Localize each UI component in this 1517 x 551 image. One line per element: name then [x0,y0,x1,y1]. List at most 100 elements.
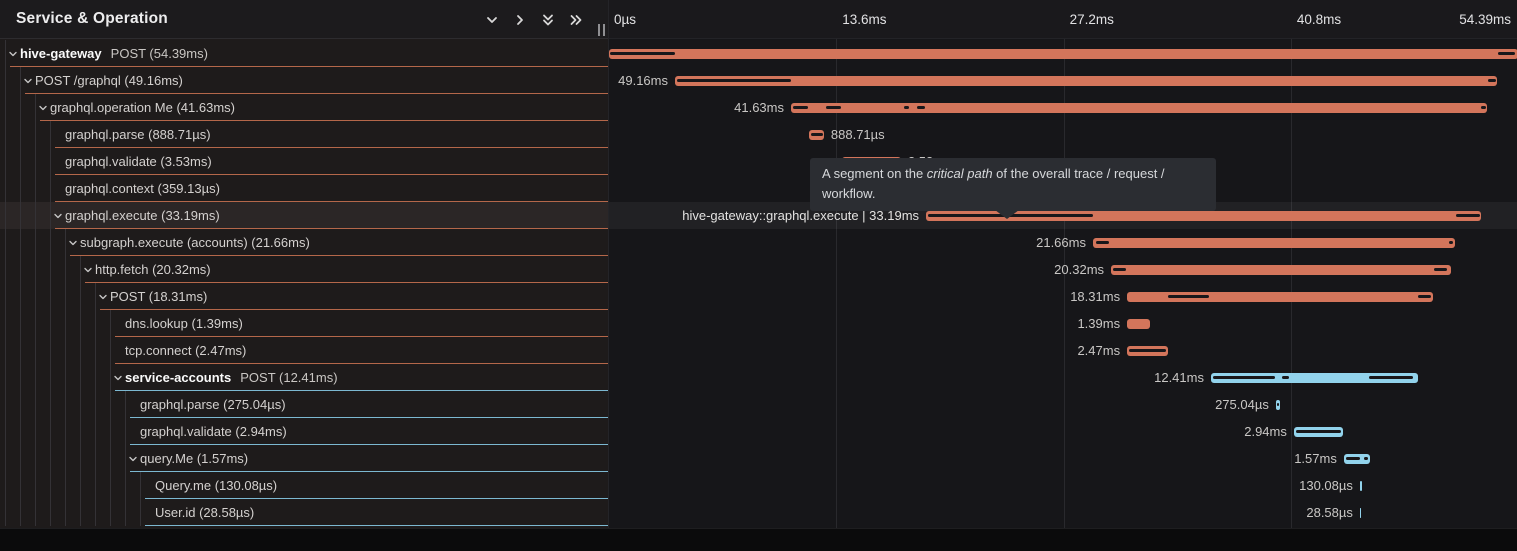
span-duration-bar[interactable] [1093,238,1455,248]
chevron-right-icon[interactable] [512,12,528,28]
indent-guide [5,337,6,364]
indent-guide [95,337,96,364]
span-tree-row[interactable]: tcp.connect (2.47ms) [0,337,608,364]
span-duration-bar[interactable] [809,130,824,140]
row-divider [145,525,608,526]
span-duration-bar[interactable] [1294,427,1343,437]
span-tree-header: Service & Operation [0,0,608,39]
collapse-chevron-icon[interactable] [128,454,138,464]
indent-guide [110,418,111,445]
indent-guide [5,67,6,94]
collapse-chevron-icon[interactable] [98,292,108,302]
chevron-down-icon[interactable] [484,12,500,28]
indent-guide [80,418,81,445]
span-tree-row[interactable]: service-accountsPOST (12.41ms) [0,364,608,391]
span-tree-row[interactable]: subgraph.execute (accounts) (21.66ms) [0,229,608,256]
span-duration-bar[interactable] [1360,508,1362,518]
critical-path-segment [1449,241,1453,244]
span-tree-row[interactable]: query.Me (1.57ms) [0,445,608,472]
axis-tick-label: 13.6ms [842,0,886,39]
indent-guide [5,445,6,472]
span-tree-row[interactable]: Query.me (130.08µs) [0,472,608,499]
indent-guide [5,418,6,445]
indent-guide [65,418,66,445]
indent-guide [65,337,66,364]
collapse-chevron-icon[interactable] [38,103,48,113]
collapse-chevron-icon[interactable] [113,373,123,383]
axis-tick-label: 0µs [614,0,636,39]
indent-guide [50,472,51,499]
span-tree-row[interactable]: User.id (28.58µs) [0,499,608,526]
indent-guide [5,256,6,283]
tooltip-text: A segment on the critical path of the ov… [822,166,1165,201]
bar-duration-label: 28.58µs [1306,499,1353,526]
span-tree-row[interactable]: POST /graphql (49.16ms) [0,67,608,94]
collapse-chevron-icon[interactable] [23,76,33,86]
span-duration-bar[interactable] [1211,373,1418,383]
collapse-chevron-icon[interactable] [83,265,93,275]
indent-guide [50,418,51,445]
indent-guide [35,472,36,499]
span-label: User.id (28.58µs) [155,499,254,526]
indent-guide [35,418,36,445]
indent-guide [5,229,6,256]
indent-guide [5,148,6,175]
indent-guide [50,148,51,175]
span-duration-bar[interactable] [1276,400,1281,410]
span-tree-row[interactable]: hive-gatewayPOST (54.39ms) [0,40,608,67]
indent-guide [20,472,21,499]
span-duration-bar[interactable] [1127,319,1150,329]
critical-path-segment [1277,403,1279,406]
indent-guide [5,391,6,418]
span-tree-row[interactable]: graphql.validate (3.53ms) [0,148,608,175]
critical-path-segment [826,106,841,109]
collapse-chevron-icon[interactable] [68,238,78,248]
indent-guide [50,310,51,337]
indent-guide [35,283,36,310]
span-tree-row[interactable]: graphql.operation Me (41.63ms) [0,94,608,121]
critical-path-segment [677,79,791,82]
span-tree-row[interactable]: graphql.validate (2.94ms) [0,418,608,445]
indent-guide [95,445,96,472]
span-label: graphql.validate (2.94ms) [140,418,287,445]
indent-guide [50,283,51,310]
span-tree-row[interactable]: graphql.parse (275.04µs) [0,391,608,418]
collapse-chevron-icon[interactable] [8,49,18,59]
critical-path-segment [1369,376,1413,379]
span-tree-row[interactable]: dns.lookup (1.39ms) [0,310,608,337]
span-label: subgraph.execute (accounts) (21.66ms) [80,229,310,256]
indent-guide [20,148,21,175]
indent-guide [110,445,111,472]
span-duration-bar[interactable] [1111,265,1451,275]
span-duration-bar[interactable] [609,49,1517,59]
panel-resize-handle[interactable] [594,24,608,38]
indent-guide [80,472,81,499]
span-duration-bar[interactable] [1127,292,1433,302]
span-tree-row[interactable]: POST (18.31ms) [0,283,608,310]
indent-guide [35,202,36,229]
span-duration-bar[interactable] [1344,454,1370,464]
collapse-chevron-icon[interactable] [53,211,63,221]
indent-guide [95,391,96,418]
critical-path-segment [1168,295,1209,298]
critical-path-segment [1282,376,1289,379]
span-tree-row[interactable]: graphql.context (359.13µs) [0,175,608,202]
span-duration-bar[interactable] [1127,346,1168,356]
span-duration-bar[interactable] [1360,481,1362,491]
operation-name: POST (54.39ms) [111,46,208,61]
critical-path-segment [610,52,675,55]
critical-path-segment [917,106,925,109]
indent-guide [65,391,66,418]
critical-path-segment [904,106,909,109]
span-tree-row[interactable]: graphql.parse (888.71µs) [0,121,608,148]
span-duration-bar[interactable] [791,103,1487,113]
chevrons-right-icon[interactable] [568,12,584,28]
span-duration-bar[interactable] [675,76,1497,86]
bar-duration-label: 1.39ms [1077,310,1120,337]
span-label: tcp.connect (2.47ms) [125,337,246,364]
span-tree-row[interactable]: http.fetch (20.32ms) [0,256,608,283]
span-label: dns.lookup (1.39ms) [125,310,243,337]
span-tree-row[interactable]: graphql.execute (33.19ms) [0,202,608,229]
chevrons-down-icon[interactable] [540,12,556,28]
bar-duration-label: 49.16ms [618,67,668,94]
